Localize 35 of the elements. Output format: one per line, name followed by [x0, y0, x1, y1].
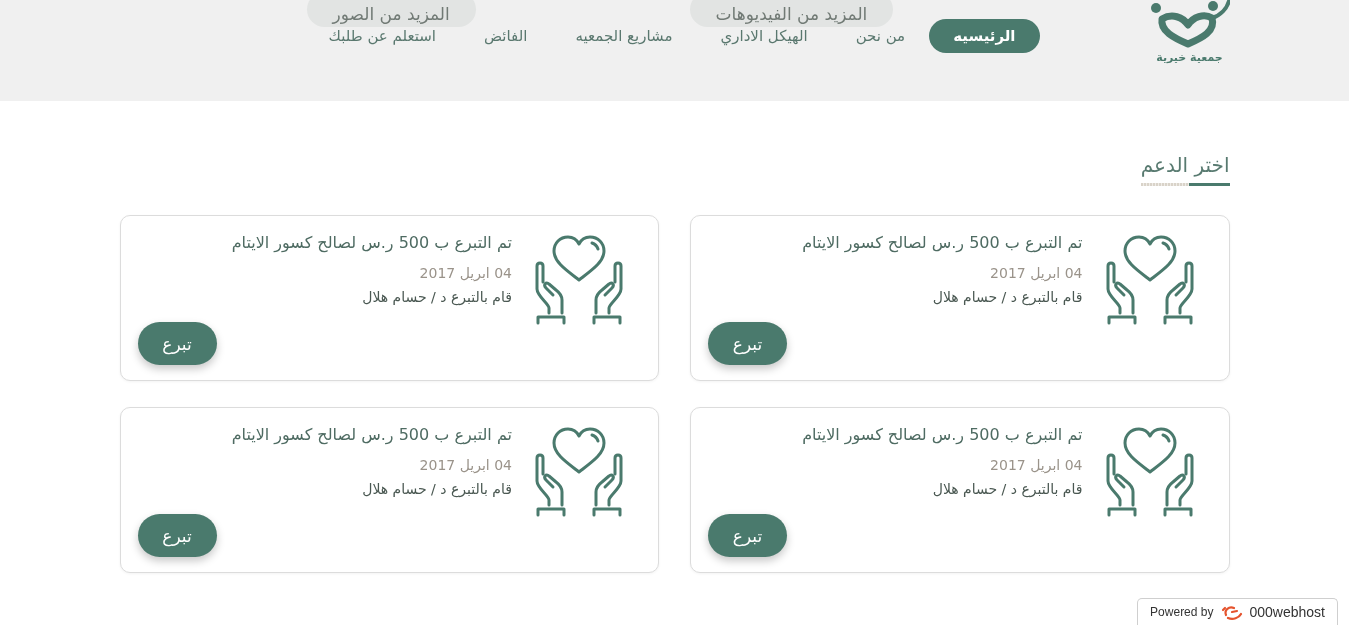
overlay-button[interactable]: المزيد من الفيديوهات	[689, 0, 894, 27]
donate-button[interactable]: تبرع	[137, 322, 217, 365]
hands-heart-icon	[534, 234, 624, 326]
donate-button[interactable]: تبرع	[708, 322, 787, 365]
overlay-button[interactable]: المزيد من الصور	[306, 0, 476, 27]
donate-button[interactable]: تبرع	[137, 514, 217, 557]
donor-name: قام بالتبرع د / حسام هلال	[932, 480, 1083, 500]
nav-link[interactable]: من نحن	[831, 27, 930, 45]
donor-name: قام بالتبرع د / حسام هلال	[932, 288, 1083, 308]
nav-link[interactable]: الفائض	[460, 27, 552, 45]
nav-link[interactable]: استعلم عن طلبك	[304, 27, 460, 45]
hosting-badge[interactable]: Powered by 000webhost	[1137, 598, 1338, 625]
donate-button[interactable]: تبرع	[708, 514, 787, 557]
donation-title: تم التبرع ب 500 ر.س لصالح كسور الايتام	[231, 232, 512, 255]
nav-link[interactable]: مشاريع الجمعيه	[551, 27, 697, 45]
nav-link[interactable]: الهيكل الاداري	[696, 27, 832, 45]
logo-text: جمعية خيرية	[1156, 51, 1223, 64]
hands-heart-icon	[534, 426, 624, 518]
badge-label: Powered by	[1150, 605, 1214, 619]
donation-title: تم التبرع ب 500 ر.س لصالح كسور الايتام	[231, 424, 512, 447]
donation-date: 04 ابريل 2017	[419, 456, 512, 476]
donation-title: تم التبرع ب 500 ر.س لصالح كسور الايتام	[802, 424, 1083, 447]
swirl-icon	[1221, 604, 1244, 620]
donation-date: 04 ابريل 2017	[419, 264, 512, 284]
section-title: اختر الدعم	[1140, 152, 1230, 178]
hands-heart-icon	[1104, 426, 1195, 518]
donation-date: 04 ابريل 2017	[990, 456, 1083, 476]
donor-name: قام بالتبرع د / حسام هلال	[362, 288, 512, 308]
donation-date: 04 ابريل 2017	[990, 264, 1083, 284]
brand-name: 000webhost	[1249, 604, 1325, 620]
donation-title: تم التبرع ب 500 ر.س لصالح كسور الايتام	[802, 232, 1083, 255]
nav-link[interactable]: الرئيسيه	[929, 19, 1040, 53]
hands-heart-icon	[1104, 234, 1195, 326]
logo-icon	[1149, 0, 1230, 48]
donor-name: قام بالتبرع د / حسام هلال	[362, 480, 512, 500]
